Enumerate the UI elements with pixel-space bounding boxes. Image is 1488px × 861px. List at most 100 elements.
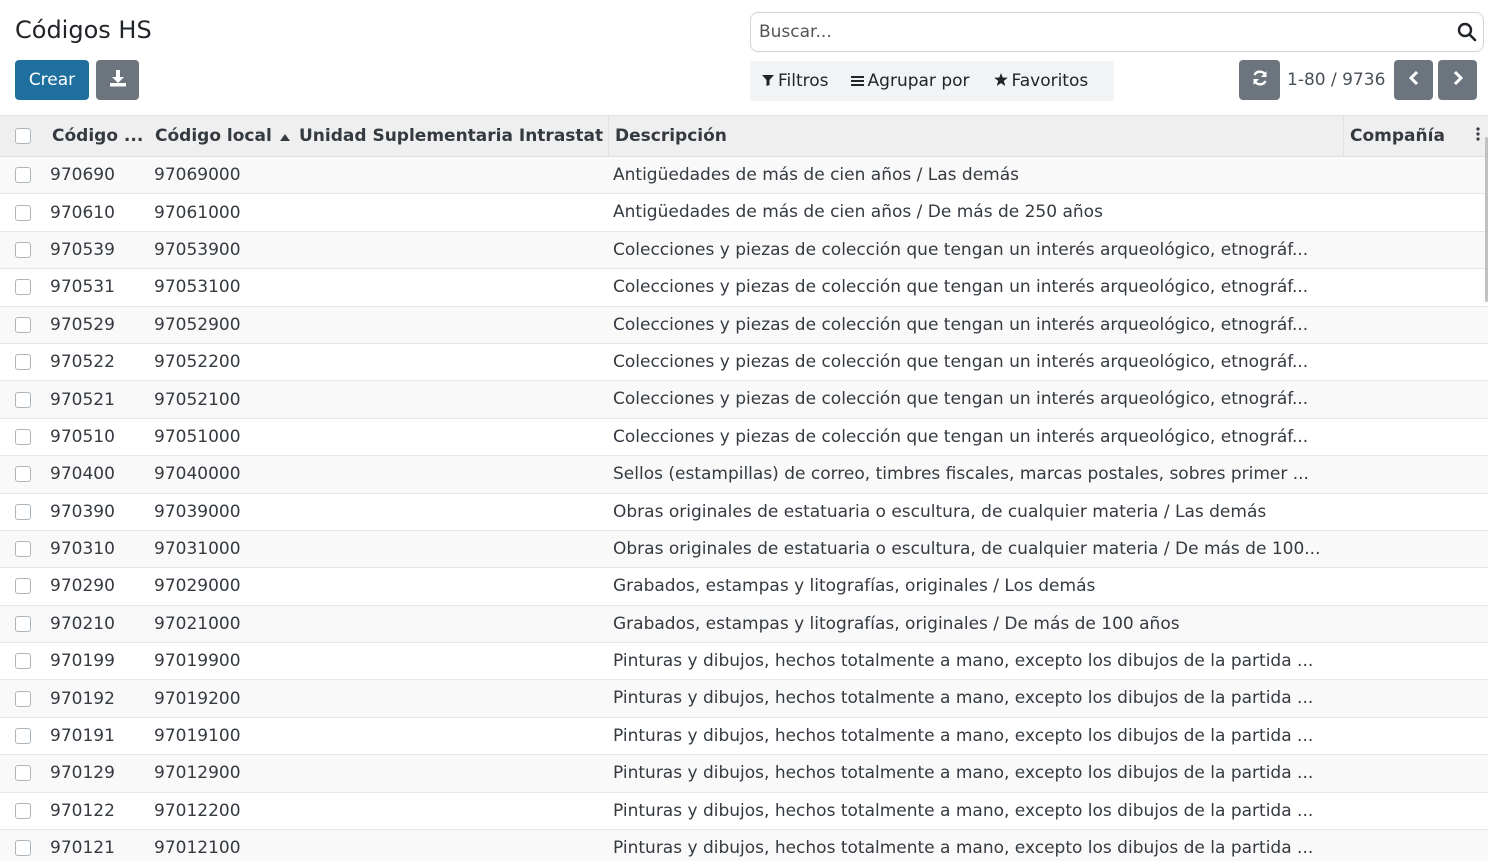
row-select-cell (0, 344, 46, 380)
cell-description: Pinturas y dibujos, hechos totalmente a … (613, 725, 1314, 746)
row-checkbox[interactable] (15, 428, 31, 445)
row-select-cell (0, 830, 46, 861)
cell-description: Colecciones y piezas de colección que te… (613, 239, 1309, 260)
cell-description: Pinturas y dibujos, hechos totalmente a … (613, 688, 1314, 709)
cell-description: Grabados, estampas y litografías, origin… (613, 613, 1180, 634)
row-checkbox[interactable] (15, 690, 31, 707)
column-header-local-code[interactable]: Código local (149, 116, 293, 156)
refresh-icon (1251, 69, 1269, 92)
cell-description: Antigüedades de más de cien años / Las d… (613, 165, 1020, 185)
column-header-description[interactable]: Descripción (609, 116, 1344, 156)
row-select-cell (0, 419, 46, 455)
row-checkbox[interactable] (15, 241, 31, 258)
cell-local-code: 97053900 (154, 239, 241, 260)
cell-description: Pinturas y dibujos, hechos totalmente a … (613, 651, 1314, 672)
table-row[interactable]: 970531 97053100 Colecciones y piezas de co… (0, 269, 1488, 307)
favorites-button[interactable]: Favoritos (993, 71, 1089, 91)
table-row[interactable]: 970199 97019900 Pinturas y dibujos, hechos… (0, 643, 1488, 681)
row-checkbox[interactable] (15, 765, 31, 782)
row-checkbox[interactable] (15, 503, 31, 520)
table-body: 970690 97069000 Antigüedades de más de cie… (0, 157, 1488, 861)
row-checkbox[interactable] (15, 578, 31, 595)
table-row[interactable]: 970192 97019200 Pinturas y dibujos, hechos… (0, 680, 1488, 718)
cell-code: 970191 (50, 726, 115, 747)
search-icon[interactable] (1457, 22, 1477, 42)
row-select-cell (0, 755, 46, 791)
cell-description: Antigüedades de más de cien años / De má… (613, 202, 1103, 223)
table-row[interactable]: 970129 97012900 Pinturas y dibujos, hechos… (0, 755, 1488, 793)
row-checkbox[interactable] (15, 728, 31, 745)
download-button[interactable] (96, 60, 139, 100)
cell-code: 970121 (50, 838, 115, 859)
table-row[interactable]: 970400 97040000 Sellos (estampillas) de co… (0, 456, 1488, 494)
pager-previous-button[interactable] (1394, 60, 1433, 100)
cell-description: Colecciones y piezas de colección que te… (613, 426, 1309, 447)
table-row[interactable]: 970510 97051000 Colecciones y piezas de co… (0, 418, 1488, 457)
column-header-code[interactable]: Código ... (46, 116, 149, 156)
row-checkbox[interactable] (15, 279, 31, 296)
select-all-checkbox[interactable] (15, 128, 31, 144)
table-row[interactable]: 970122 97012200 Pinturas y dibujos, hechos… (0, 792, 1488, 831)
row-checkbox[interactable] (15, 204, 31, 221)
cell-code: 970400 (50, 464, 115, 485)
cell-local-code: 97052900 (154, 314, 241, 335)
star-icon (993, 71, 1012, 91)
table-row[interactable]: 970191 97019100 Pinturas y dibujos, hechos… (0, 717, 1488, 756)
column-header-company[interactable]: Compañía (1344, 116, 1468, 156)
row-checkbox[interactable] (15, 466, 31, 483)
search-options-bar: Filtros Agrupar por Favoritos (750, 61, 1114, 101)
cell-code: 970210 (50, 613, 115, 634)
row-checkbox[interactable] (15, 541, 31, 558)
table-row[interactable]: 970310 97031000 Obras originales de estatu… (0, 530, 1488, 569)
search-input[interactable] (751, 13, 1441, 51)
column-header-unit[interactable]: Unidad Suplementaria Intrastat (293, 116, 609, 156)
cell-code: 970531 (50, 277, 115, 298)
table-header: Código ... Código local Unidad Suplement… (0, 115, 1488, 157)
table-row[interactable]: 970529 97052900 Colecciones y piezas de co… (0, 306, 1488, 344)
row-checkbox[interactable] (15, 316, 31, 333)
table-row[interactable]: 970690 97069000 Antigüedades de más de cie… (0, 157, 1488, 195)
cell-local-code: 97012900 (154, 763, 241, 784)
download-icon (109, 69, 127, 92)
cell-code: 970290 (50, 576, 115, 597)
group-by-button[interactable]: Agrupar por (850, 71, 970, 91)
row-checkbox[interactable] (15, 840, 31, 857)
filters-button[interactable]: Filtros (762, 71, 829, 91)
cell-code: 970610 (50, 202, 115, 223)
pager-next-button[interactable] (1438, 60, 1477, 100)
table-row[interactable]: 970521 97052100 Colecciones y piezas de co… (0, 381, 1488, 419)
page-title: Códigos HS (15, 16, 152, 44)
row-checkbox[interactable] (15, 167, 31, 184)
favorites-label: Favoritos (1011, 71, 1089, 91)
table-row[interactable]: 970290 97029000 Grabados, estampas y litog… (0, 568, 1488, 606)
create-button[interactable]: Crear (15, 60, 89, 100)
reload-button[interactable] (1239, 60, 1280, 100)
table-row[interactable]: 970121 97012100 Pinturas y dibujos, hechos… (0, 830, 1488, 861)
row-checkbox[interactable] (15, 354, 31, 371)
column-header-description-label: Descripción (615, 126, 727, 146)
cell-description: Pinturas y dibujos, hechos totalmente a … (613, 838, 1314, 859)
row-checkbox[interactable] (15, 615, 31, 632)
cell-description: Colecciones y piezas de colección que te… (613, 277, 1309, 298)
cell-code: 970390 (50, 501, 115, 522)
list-icon (850, 71, 868, 91)
pager-value[interactable]: 1-80 / 9736 (1287, 70, 1385, 90)
cell-code: 970122 (50, 800, 115, 821)
row-checkbox[interactable] (15, 653, 31, 670)
cell-local-code: 97052100 (154, 389, 241, 410)
cell-code: 970192 (50, 688, 115, 709)
cell-code: 970539 (50, 239, 115, 260)
table-row[interactable]: 970610 97061000 Antigüedades de más de cie… (0, 194, 1488, 232)
table-row[interactable]: 970539 97053900 Colecciones y piezas de co… (0, 231, 1488, 270)
row-checkbox[interactable] (15, 802, 31, 819)
cell-description: Pinturas y dibujos, hechos totalmente a … (613, 800, 1314, 821)
cell-description: Obras originales de estatuaria o escultu… (613, 501, 1267, 522)
row-checkbox[interactable] (15, 391, 31, 408)
table-row[interactable]: 970210 97021000 Grabados, estampas y litog… (0, 605, 1488, 644)
table-row[interactable]: 970522 97052200 Colecciones y piezas de co… (0, 343, 1488, 382)
search-box[interactable] (750, 12, 1484, 52)
cell-local-code: 97019100 (154, 726, 241, 747)
cell-local-code: 97031000 (154, 539, 241, 560)
table-row[interactable]: 970390 97039000 Obras originales de estatu… (0, 493, 1488, 531)
row-select-cell (0, 456, 46, 492)
